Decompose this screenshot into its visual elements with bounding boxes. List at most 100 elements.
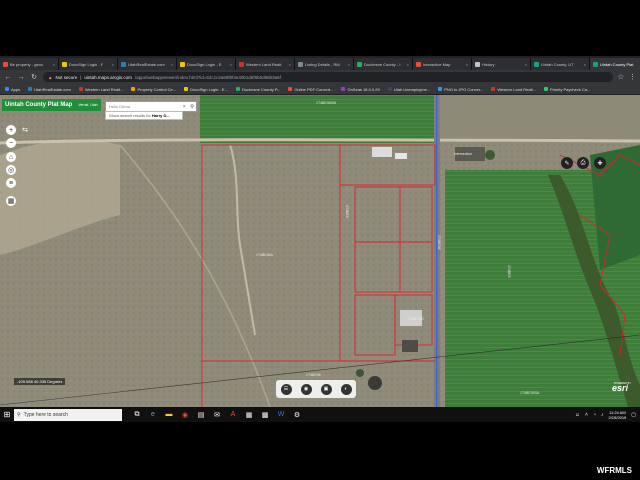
reload-icon[interactable]: ↻ [30,73,38,81]
close-icon[interactable]: × [230,62,232,67]
acrobat-icon[interactable]: A [228,410,238,420]
calculator-icon[interactable]: ▩ [260,410,270,420]
satellite-imagery [0,95,640,407]
clock[interactable]: 11:24 AM 2/15/2019 [608,410,626,420]
bookmark-label: Western Land Realt... [84,86,124,92]
edit-icon[interactable]: ✎ [561,157,573,169]
tab-9[interactable]: Uintah County, UT × [531,58,590,70]
bookmark-11[interactable]: Priority Paycheck Ca... [543,87,590,92]
bookmark-4[interactable]: DocuSign Login - E... [184,87,228,92]
tab-2[interactable]: UtahRealEstate.com × [118,58,177,70]
map-view[interactable]: Uintah County Plat Map Vernal, Utah × ⚲ … [0,95,640,407]
edge-icon[interactable]: e [148,410,158,420]
store-icon[interactable]: ▤ [196,410,206,420]
bookmark-3[interactable]: Property Control Ce... [131,87,176,92]
home-icon[interactable]: ⌂ [6,152,16,162]
layer-list-icon[interactable]: ☰ [280,383,292,395]
eye-icon[interactable]: ◐ [340,383,352,395]
favicon [235,87,240,91]
menu-icon[interactable]: ⋮ [629,73,636,81]
close-icon[interactable]: × [112,62,114,67]
task-view-icon[interactable]: ⧉ [132,410,142,420]
search-input[interactable] [106,104,181,109]
tab-3[interactable]: DocuSign Login - E × [177,58,236,70]
close-icon[interactable]: × [289,62,291,67]
tab-5[interactable]: Listing Details - RM × [295,58,354,70]
url-field[interactable]: ▲ Not secure | uintah.maps.arcgis.com/ap… [43,72,613,82]
tab-label: Uintah County, UT [541,61,574,67]
forward-icon[interactable]: → [17,74,25,81]
tab-1[interactable]: DocuSign Login - F × [59,58,118,70]
bookmark-10[interactable]: Western Land Realt... [491,87,536,92]
close-icon[interactable]: × [525,62,527,67]
bookmark-5[interactable]: Duchesne County P... [235,86,281,92]
word-icon[interactable]: W [276,410,286,420]
bookmark-8[interactable]: Utah Unemployme... [387,86,431,92]
chrome-icon[interactable]: ◉ [180,410,190,420]
star-icon[interactable]: ☆ [618,73,624,81]
favicon [184,87,189,91]
people-icon[interactable]: ☺ [575,412,580,418]
tab-6[interactable]: Duchesne County - I × [354,58,413,70]
url-path: /apps/webappviewer/index.html?id=52c1c2a… [134,74,281,80]
bookmark-1[interactable]: UtahRealEstate.com [28,87,71,92]
app-title: Uintah County Plat Map [5,102,73,108]
windows-start-icon[interactable]: ⊞ [0,410,14,419]
bookmark-label: PNG to JPG Conver... [444,86,484,92]
locate-icon[interactable]: ◎ [6,165,16,175]
print-icon[interactable]: ⎙ [577,157,589,169]
search-icon[interactable]: ⚲ [188,104,196,110]
basemap-icon[interactable]: ▦ [6,196,16,206]
search-suggestion[interactable]: Show search results for Harry D... [105,111,183,120]
bookmark-label: Duchesne County P... [241,86,281,92]
tab-10[interactable]: Uintah County Plat× [590,58,640,70]
close-icon[interactable]: × [407,62,409,67]
favicon [180,61,185,67]
url-host: uintah.maps.arcgis.com [84,74,132,80]
link-icon[interactable]: ⇆ [20,125,30,135]
back-icon[interactable]: ← [4,74,12,81]
settings-icon[interactable]: ⚙ [292,410,302,420]
taskbar-search[interactable]: ⚲ Type here to search [14,408,122,421]
chevron-up-icon[interactable]: ˄ [585,412,588,418]
mail-icon[interactable]: ✉ [212,410,222,420]
photos-icon[interactable]: ▦ [244,410,254,420]
favicon [387,87,392,91]
layers-icon[interactable]: ≡ [6,178,16,188]
system-tray: ☺ ˄ ◔ ♪ 11:24 AM 2/15/2019 ▢ [575,410,640,420]
bookmark-9[interactable]: PNG to JPG Conver... [438,87,483,92]
legend-icon[interactable]: ◉ [300,383,312,395]
favicon [593,61,598,67]
zoom-out-icon[interactable]: − [6,138,16,148]
tab-8[interactable]: History × [472,58,531,70]
basemap-gallery-icon[interactable]: ▣ [320,383,332,395]
app-location: Vernal, Utah [78,103,98,107]
close-icon[interactable]: × [466,62,468,67]
bookmark-6[interactable]: Online PDF Convert... [288,87,333,92]
zoom-in-icon[interactable]: + [6,125,16,135]
bookmark-7[interactable]: OnSeas 18.0.0.29 [341,87,380,92]
tab-label: Listing Details - RM [305,61,340,67]
date: 2/15/2019 [608,414,627,420]
close-icon[interactable]: × [584,62,586,67]
tab-label: Interactive Map [423,61,451,67]
bookmark-0[interactable]: Apps [5,87,20,92]
notifications-icon[interactable]: ▢ [631,412,636,418]
bookmark-label: Utah Unemployme... [393,86,431,92]
volume-icon[interactable]: ♪ [601,412,604,418]
close-icon[interactable]: × [348,62,350,67]
tab-label: DocuSign Login - E [187,61,222,67]
parcel-label: Intersection [454,152,473,156]
measure-icon[interactable]: ✚ [594,157,606,169]
clear-icon[interactable]: × [180,104,188,110]
file-explorer-icon[interactable]: ▬ [164,410,174,420]
network-icon[interactable]: ◔ [593,412,596,418]
close-icon[interactable]: × [171,62,173,67]
tab-7[interactable]: Interactive Map × [413,58,472,70]
time: 11:24 AM [609,409,626,415]
tab-0[interactable]: Be property - geox × [0,58,59,70]
bookmark-2[interactable]: Western Land Realt... [78,86,124,92]
close-icon[interactable]: × [53,62,55,67]
parcel-label: 1T4BE5 [507,265,511,278]
tab-4[interactable]: Western Land Realt × [236,58,295,70]
